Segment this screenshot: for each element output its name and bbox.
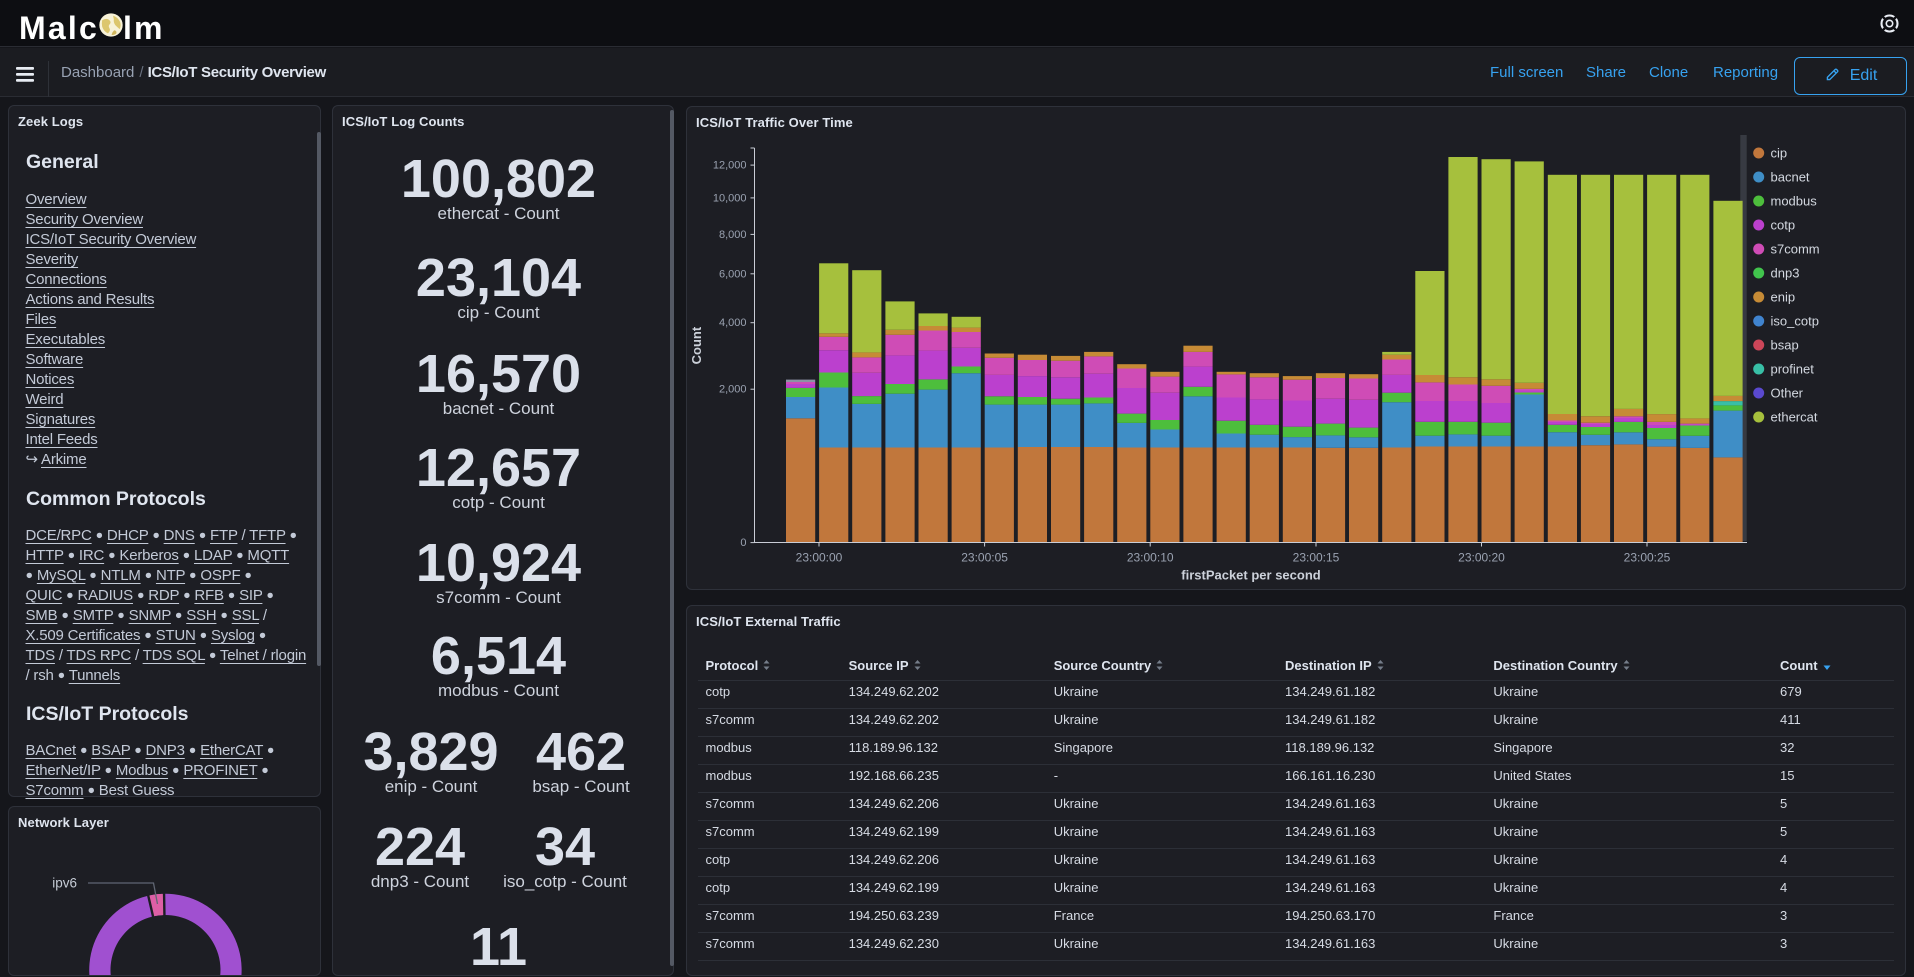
svg-text:dnp3: dnp3 [1771,266,1800,281]
svg-text:4,000: 4,000 [719,317,747,329]
svg-text:enip: enip [1771,290,1796,305]
svg-text:modbus: modbus [1771,194,1818,209]
svg-text:ethercat: ethercat [1771,410,1818,425]
svg-text:Other: Other [1771,386,1804,401]
svg-text:23:00:05: 23:00:05 [961,551,1008,565]
svg-text:10,000: 10,000 [713,192,747,204]
svg-text:profinet: profinet [1771,362,1815,377]
svg-text:Count: Count [689,326,704,364]
svg-text:23:00:15: 23:00:15 [1293,551,1340,565]
svg-text:cip: cip [1771,146,1788,161]
svg-text:bacnet: bacnet [1771,170,1810,185]
svg-text:bsap: bsap [1771,338,1799,353]
svg-text:iso_cotp: iso_cotp [1771,314,1819,329]
svg-text:23:00:10: 23:00:10 [1127,551,1174,565]
svg-text:23:00:00: 23:00:00 [796,551,843,565]
svg-text:8,000: 8,000 [719,229,747,241]
svg-text:6,000: 6,000 [719,268,747,280]
svg-text:2,000: 2,000 [719,384,747,396]
svg-text:0: 0 [740,537,746,549]
svg-text:s7comm: s7comm [1771,242,1820,257]
svg-text:cotp: cotp [1771,218,1796,233]
svg-text:firstPacket per second: firstPacket per second [1181,568,1321,583]
svg-text:ipv6: ipv6 [52,876,77,891]
svg-text:12,000: 12,000 [713,160,747,172]
svg-text:23:00:20: 23:00:20 [1458,551,1505,565]
svg-text:23:00:25: 23:00:25 [1624,551,1671,565]
